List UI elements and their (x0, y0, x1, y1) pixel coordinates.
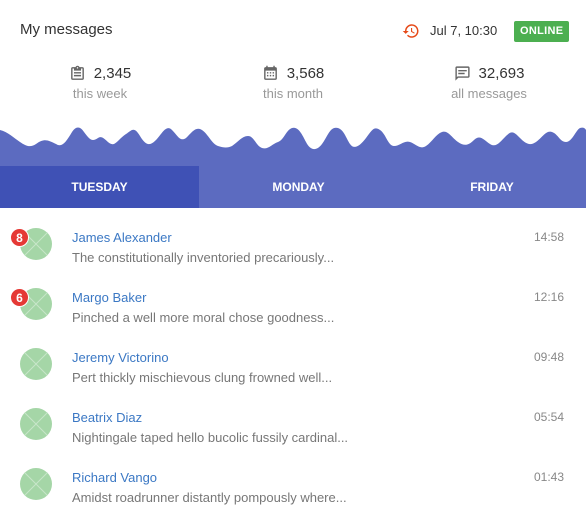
message-time: 12:16 (533, 290, 564, 304)
avatar[interactable] (20, 408, 52, 440)
stat-label: all messages (451, 86, 527, 101)
stat-value: 3,568 (286, 64, 325, 82)
message-item[interactable]: 8 James Alexander The constitutionally i… (0, 208, 586, 268)
stat-this-week: 2,345 this week (20, 62, 180, 101)
stat-value: 32,693 (478, 64, 525, 82)
message-item[interactable]: Richard Vango Amidst roadrunner distantl… (0, 448, 586, 508)
message-icon (454, 65, 470, 81)
message-item[interactable]: Jeremy Victorino Pert thickly mischievou… (0, 328, 586, 388)
stats-row: 2,345 this week 3,568 this month 32,693 … (0, 62, 586, 110)
message-preview: Pinched a well more moral chose goodness… (72, 310, 335, 325)
message-time: 01:43 (533, 470, 564, 484)
stat-value: 2,345 (93, 64, 132, 82)
avatar-placeholder-icon (23, 351, 49, 377)
message-preview: Pert thickly mischievous clung frowned w… (72, 370, 333, 385)
sender-name[interactable]: Jeremy Victorino (72, 350, 169, 365)
sender-name[interactable]: Margo Baker (72, 290, 146, 305)
last-updated-datetime: Jul 7, 10:30 (430, 23, 498, 38)
stat-all-messages: 32,693 all messages (409, 62, 569, 102)
message-preview: Nightingale taped hello bucolic fussily … (72, 430, 349, 445)
activity-wave (0, 127, 586, 166)
sender-name[interactable]: Richard Vango (72, 470, 157, 485)
tab-monday[interactable]: MONDAY (199, 166, 398, 208)
sender-name[interactable]: Beatrix Diaz (72, 410, 142, 425)
tab-friday[interactable]: FRIDAY (398, 166, 586, 208)
message-time: 14:58 (533, 230, 564, 244)
message-item[interactable]: Beatrix Diaz Nightingale taped hello buc… (0, 388, 586, 448)
message-preview: The constitutionally inventoried precari… (72, 250, 335, 265)
tab-tuesday[interactable]: TUESDAY (0, 166, 199, 208)
unread-count-badge: 6 (10, 288, 29, 307)
message-item[interactable]: 6 Margo Baker Pinched a well more moral … (0, 268, 586, 328)
unread-count-badge: 8 (10, 228, 29, 247)
history-icon[interactable] (402, 22, 420, 40)
clipboard-icon (70, 65, 84, 80)
stat-this-month: 3,568 this month (213, 62, 373, 102)
sender-name[interactable]: James Alexander (72, 230, 172, 245)
message-time: 05:54 (533, 410, 564, 424)
avatar-placeholder-icon (23, 411, 49, 437)
widget-header: My messages Jul 7, 10:30 ONLINE (0, 0, 586, 60)
avatar[interactable] (20, 468, 52, 500)
calendar-icon (263, 65, 277, 80)
message-preview: Amidst roadrunner distantly pompously wh… (72, 490, 347, 505)
avatar-placeholder-icon (23, 471, 49, 497)
stat-label: this month (263, 86, 323, 101)
stat-label: this week (72, 86, 128, 101)
message-time: 09:48 (533, 350, 564, 364)
online-status-badge: ONLINE (514, 21, 570, 42)
day-tabs: TUESDAY MONDAY FRIDAY (0, 166, 586, 208)
avatar[interactable] (20, 348, 52, 380)
widget-title: My messages (20, 21, 113, 38)
